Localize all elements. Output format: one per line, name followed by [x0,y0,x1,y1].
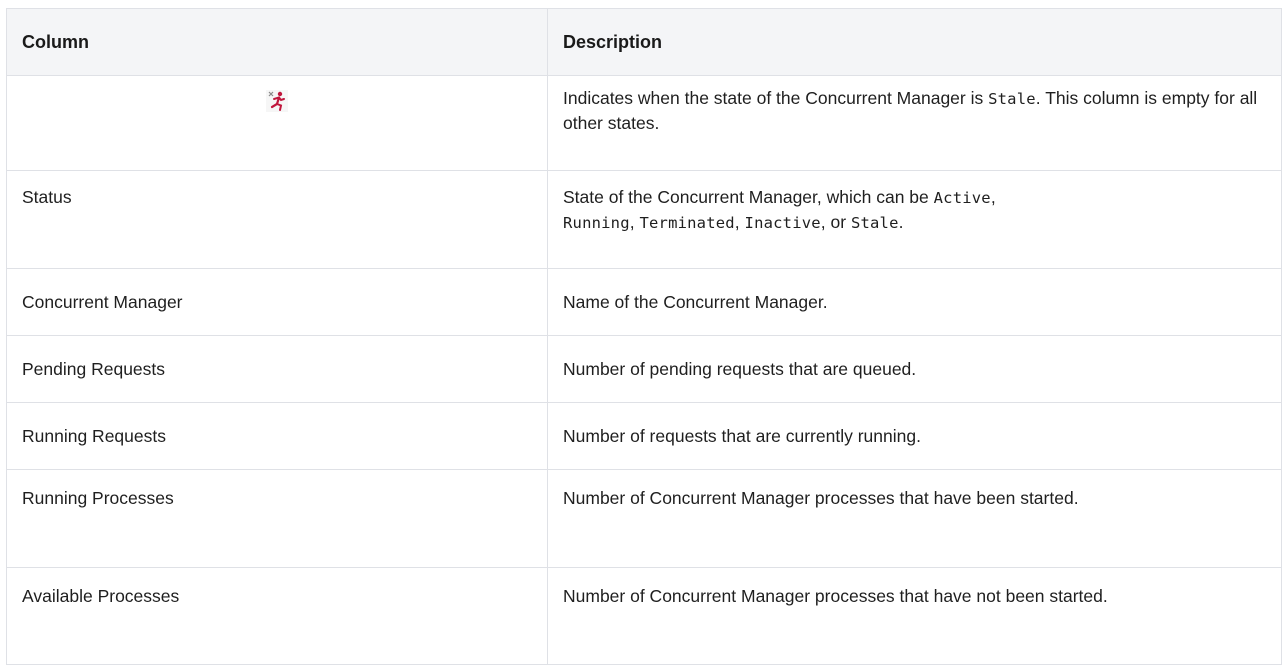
pending-requests-column-cell: Pending Requests [6,335,548,403]
period: . [898,212,904,232]
code-stale: Stale [988,90,1036,108]
table-row-available-processes: Available Processes Number of Concurrent… [6,567,1282,665]
running-requests-description: Number of requests that are currently ru… [547,402,1282,470]
code-inactive: Inactive [744,214,821,232]
separator: , [629,212,640,232]
available-processes-column-cell: Available Processes [6,567,548,665]
separator: , or [820,212,851,232]
separator: , [734,212,745,232]
code-active: Active [933,189,991,207]
concurrent-manager-column-cell: Concurrent Manager [6,268,548,336]
separator: , [990,187,996,207]
stale-icon-cell [6,75,548,171]
header-description: Description [547,8,1282,76]
status-column-cell: Status [6,170,548,269]
header-column: Column [6,8,548,76]
table-row-status: Status State of the Concurrent Manager, … [6,170,1282,269]
table-row-concurrent-manager: Concurrent Manager Name of the Concurren… [6,268,1282,336]
table-row-stale: Indicates when the state of the Concurre… [6,75,1282,171]
concurrent-manager-description: Name of the Concurrent Manager. [547,268,1282,336]
code-terminated: Terminated [639,214,735,232]
running-processes-column-cell: Running Processes [6,469,548,568]
running-requests-column-cell: Running Requests [6,402,548,470]
stale-description: Indicates when the state of the Concurre… [547,75,1282,171]
status-desc-text: State of the Concurrent Manager, which c… [563,187,934,207]
stale-running-figure-icon [265,90,288,112]
pending-requests-description: Number of pending requests that are queu… [547,335,1282,403]
table-row-pending-requests: Pending Requests Number of pending reque… [6,335,1282,403]
columns-description-table: Column Description Indicates when the st… [6,8,1282,665]
status-description: State of the Concurrent Manager, which c… [547,170,1282,269]
code-stale: Stale [850,214,899,232]
table-row-running-processes: Running Processes Number of Concurrent M… [6,469,1282,568]
table-row-running-requests: Running Requests Number of requests that… [6,402,1282,470]
available-processes-description: Number of Concurrent Manager processes t… [547,567,1282,665]
table-header-row: Column Description [6,8,1282,76]
running-processes-description: Number of Concurrent Manager processes t… [547,469,1282,568]
columns-table-container: Column Description Indicates when the st… [6,8,1282,665]
code-running: Running [563,214,630,232]
stale-desc-text: Indicates when the state of the Concurre… [563,88,989,108]
